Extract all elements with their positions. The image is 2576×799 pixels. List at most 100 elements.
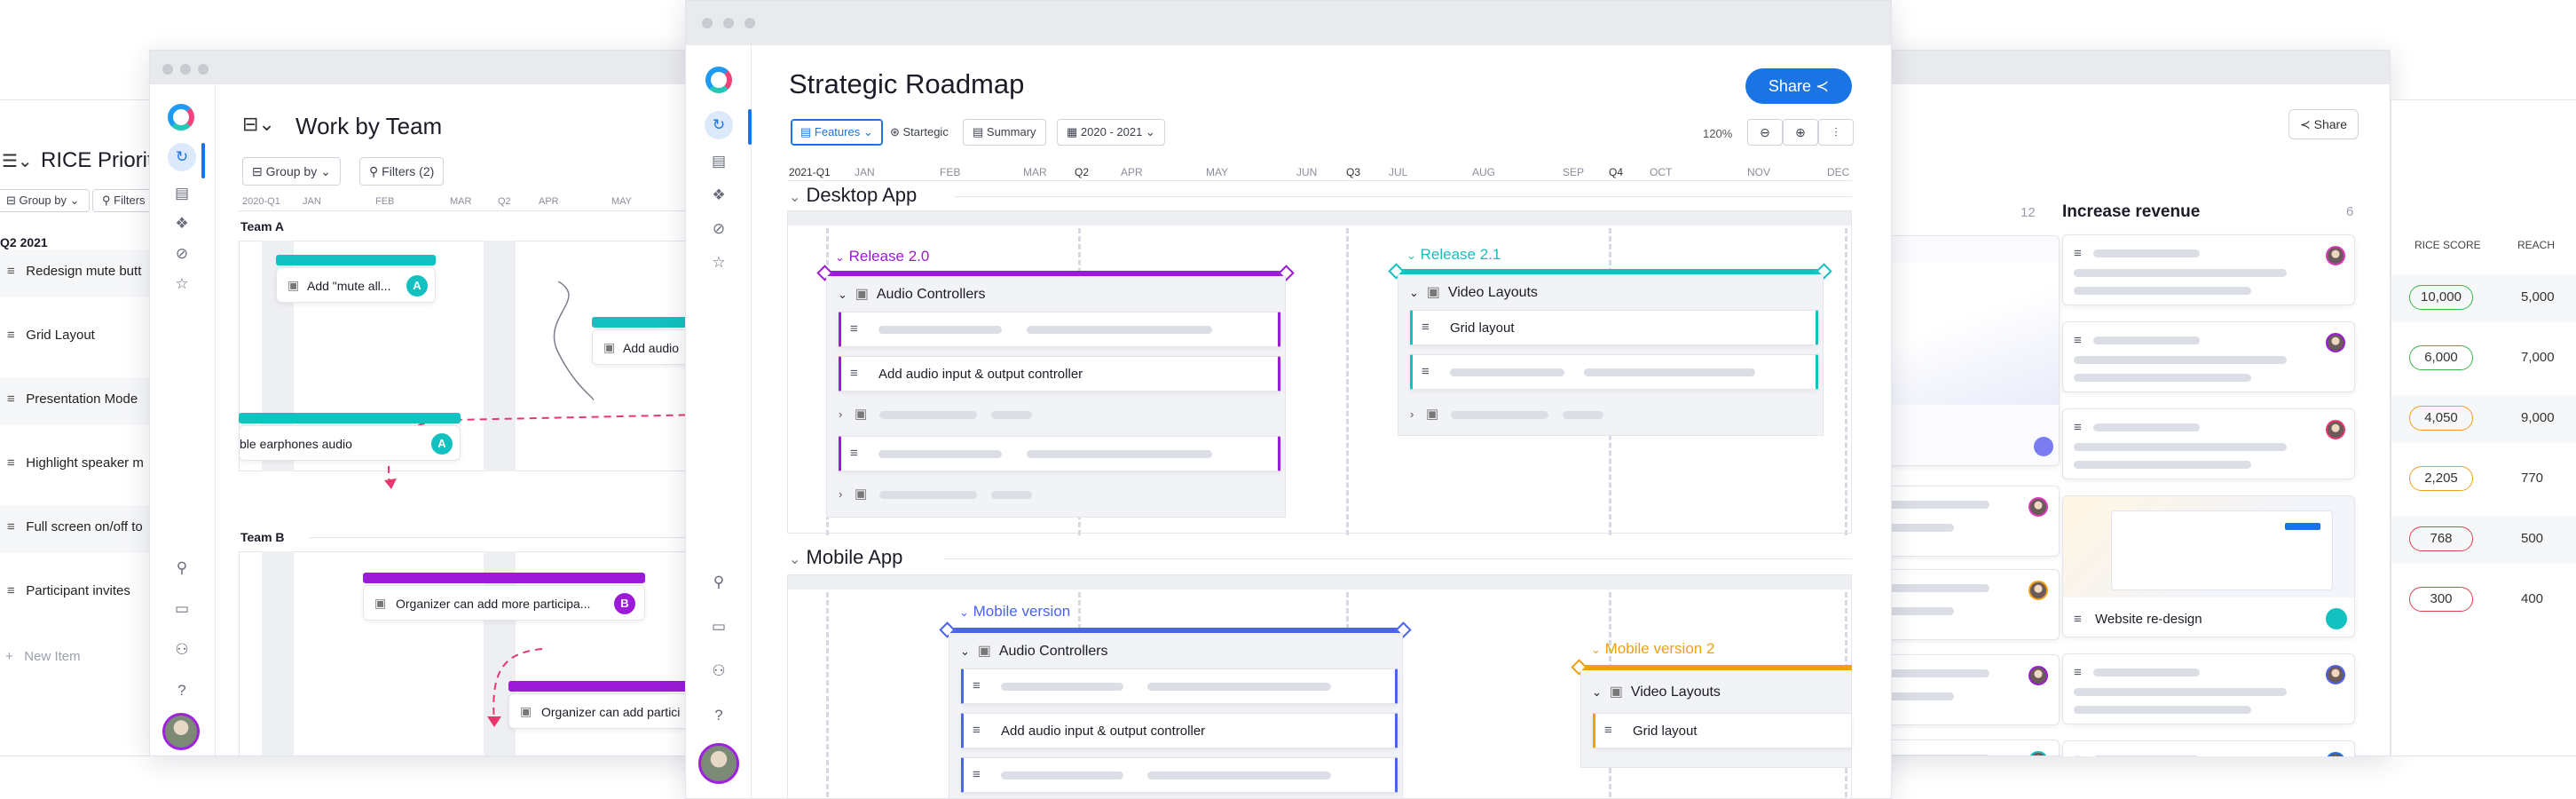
feature-row[interactable]: ≡ (1410, 354, 1818, 390)
app-logo[interactable] (705, 67, 732, 93)
feature-row[interactable]: ≡ (839, 436, 1280, 471)
table-row[interactable]: ≡ Redesign mute butt (7, 264, 141, 279)
table-row[interactable]: ≡ Presentation Mode (7, 392, 138, 407)
board-card[interactable]: ≡ (2062, 321, 2355, 392)
roadmap-icon[interactable]: ↻ (168, 143, 196, 171)
desktop-label: Desktop App (806, 184, 918, 206)
mobile-version-label[interactable]: ⌄ Mobile version (959, 603, 1070, 621)
rice-filters[interactable]: ⚲ Filters (92, 189, 155, 212)
search-icon[interactable]: ⚲ (172, 558, 192, 578)
app-logo[interactable] (168, 104, 194, 131)
rice-view-icon[interactable]: ☰⌄ (2, 150, 33, 172)
roadmap-month-label: FEB (940, 166, 960, 178)
date-range-select[interactable]: ▦ 2020 - 2021 ⌄ (1057, 119, 1165, 146)
audio-io-row[interactable]: ≡ Add audio input & output controller (839, 356, 1280, 392)
share-button[interactable]: Share ≺ (1745, 68, 1852, 104)
comment-icon[interactable]: ▭ (709, 617, 729, 637)
assignee-avatar (2326, 246, 2345, 265)
mobile-section[interactable]: ⌄ Mobile App (789, 546, 902, 569)
table-row[interactable]: ≡ Full screen on/off to (7, 519, 143, 534)
desktop-section[interactable]: ⌄ Desktop App (789, 184, 917, 207)
rice-title: RICE Priorit (41, 148, 154, 172)
help-icon[interactable]: ? (709, 706, 729, 725)
window-dot (702, 18, 713, 28)
text-lines-icon: ≡ (2074, 420, 2082, 435)
team-group-by[interactable]: ⊟ Group by ⌄ (242, 157, 341, 186)
feature-icon: ▣ (855, 487, 868, 502)
team-card-1[interactable]: ▣ Add "mute all... A (276, 267, 436, 303)
team-card-4[interactable]: ▣ Organizer can add more participa... B (363, 585, 645, 621)
star-icon[interactable]: ☆ (172, 274, 192, 294)
roadmap-month-label: JUN (1296, 166, 1317, 178)
grid-layout-row[interactable]: ≡ Grid layout (1410, 310, 1818, 345)
mobile-version-2-label[interactable]: ⌄ Mobile version 2 (1591, 640, 1714, 658)
docs-icon[interactable]: ▤ (172, 184, 192, 203)
shapes-icon[interactable]: ❖ (709, 186, 729, 205)
user-avatar[interactable] (162, 713, 200, 750)
comment-icon[interactable]: ▭ (172, 599, 192, 619)
team-a-label: Team A (240, 219, 285, 233)
help-icon[interactable]: ? (172, 681, 192, 700)
month-text: JUN (1296, 166, 1318, 178)
board-card[interactable]: ≡ (2062, 408, 2355, 479)
search-icon[interactable]: ⚲ (709, 573, 729, 592)
rice-new-item[interactable]: + New Item (5, 649, 81, 664)
feature-row[interactable]: ≡ (839, 312, 1280, 347)
compass-icon[interactable]: ⊘ (709, 219, 729, 239)
video-layouts-header[interactable]: ⌄ ▣ Video Layouts (1409, 283, 1538, 301)
board-card[interactable]: ≡ (2062, 740, 2355, 756)
docs-icon[interactable]: ▤ (709, 152, 729, 171)
table-row[interactable]: ≡ Highlight speaker m (7, 455, 144, 471)
team-card-5[interactable]: ▣ Organizer can add partici (508, 693, 698, 729)
team-card-2[interactable]: ▣ Add audio (592, 329, 698, 365)
month-text: APR (1121, 166, 1143, 178)
compass-icon[interactable]: ⊘ (172, 244, 192, 264)
placeholder-line (2074, 356, 2287, 364)
team-filters[interactable]: ⚲ Filters (2) (359, 157, 445, 186)
feature-subgroup[interactable]: › ▣ (1410, 402, 1811, 429)
user-avatar[interactable] (698, 743, 739, 784)
revenue-board-window: Increase revenue 6 ≡ ≡ ≡ ≡ Website re-design… (2013, 50, 2391, 756)
placeholder-line (2074, 706, 2251, 714)
view-strategic[interactable]: ⊛ Startegic (890, 125, 949, 139)
release-2-1-label[interactable]: ⌄ Release 2.1 (1406, 246, 1501, 264)
feature-row[interactable]: ≡ (961, 668, 1398, 704)
feature-row[interactable]: ≡ (961, 757, 1398, 793)
table-row[interactable]: ≡ Participant invites (7, 583, 130, 598)
view-summary[interactable]: ▤ Summary (963, 119, 1046, 146)
card-doc-icon: ▣ (520, 704, 532, 718)
active-indicator (748, 109, 752, 145)
mobile-video-header[interactable]: ⌄ ▣ Video Layouts (1592, 683, 1721, 700)
zoom-out-button[interactable]: ⊖ (1747, 119, 1783, 146)
table-row[interactable]: ≡ Grid Layout (7, 328, 95, 343)
feature-subgroup[interactable]: › ▣ (839, 402, 1273, 429)
rice-group-by[interactable]: ⊟ Group by ⌄ (0, 189, 90, 212)
mobile-audio-io-row[interactable]: ≡ Add audio input & output controller (961, 713, 1398, 748)
website-redesign-card[interactable]: ≡ Website re-design (2062, 495, 2355, 637)
rice-score-value: 6,000 (2424, 350, 2458, 365)
view-features[interactable]: ▤ Features ⌄ (791, 119, 883, 146)
roadmap-icon[interactable]: ↻ (705, 111, 733, 139)
team-view-icon[interactable]: ⊟⌄ (242, 113, 275, 136)
month-text: DEC (1827, 166, 1850, 178)
user-icon[interactable]: ⚇ (709, 661, 729, 681)
board-card[interactable]: ≡ (2062, 234, 2355, 305)
audio-controllers-header[interactable]: ⌄ ▣ Audio Controllers (838, 285, 986, 303)
month-text: 2021-Q1 (789, 166, 831, 178)
zoom-in-button[interactable]: ⊕ (1783, 119, 1818, 146)
feature-subgroup[interactable]: › ▣ (839, 482, 1273, 509)
active-indicator (201, 143, 205, 178)
row-label: Full screen on/off to (26, 519, 143, 534)
board-card[interactable]: ≡ (2062, 653, 2355, 724)
placeholder-line (2093, 249, 2200, 257)
star-icon[interactable]: ☆ (709, 253, 729, 273)
user-icon[interactable]: ⚇ (172, 640, 192, 660)
team-card-2-label: Add audio (623, 341, 680, 355)
mobile-audio-header[interactable]: ⌄ ▣ Audio Controllers (960, 642, 1108, 660)
settings-button[interactable]: ⫶ (1818, 119, 1854, 146)
team-card-3[interactable]: ble earphones audio A (239, 425, 461, 461)
mobile-grid-layout-row[interactable]: ≡ Grid layout (1593, 713, 1852, 748)
release-2-1-text: Release 2.1 (1420, 246, 1501, 263)
shapes-icon[interactable]: ❖ (172, 214, 192, 233)
release-2-0-label[interactable]: ⌄ Release 2.0 (835, 248, 929, 265)
